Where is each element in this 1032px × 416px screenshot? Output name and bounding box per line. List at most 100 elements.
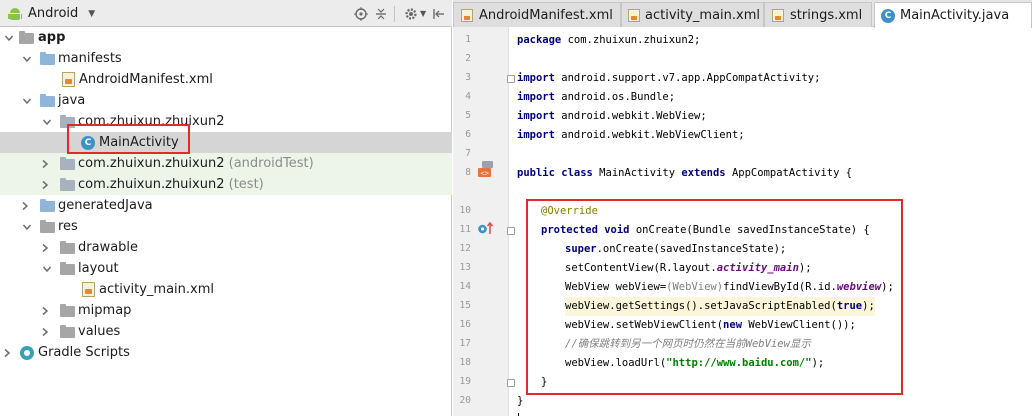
line-number: 6 bbox=[465, 129, 471, 140]
tree-item-label: Gradle Scripts bbox=[38, 345, 130, 360]
tree-item-label: res bbox=[58, 219, 78, 234]
tree-item-values[interactable]: values bbox=[0, 321, 452, 342]
tree-item-res[interactable]: res bbox=[0, 216, 452, 237]
tree-item-label: values bbox=[78, 324, 121, 339]
expanded-arrow-icon[interactable] bbox=[4, 33, 14, 43]
collapsed-arrow-icon[interactable] bbox=[40, 180, 50, 190]
gradle-icon bbox=[19, 345, 35, 361]
view-selector-label: Android bbox=[28, 6, 79, 21]
code-line: public class MainActivity extends AppCom… bbox=[517, 167, 853, 179]
tab-label: strings.xml bbox=[790, 7, 863, 23]
collapsed-arrow-icon[interactable] bbox=[40, 327, 50, 337]
folder-icon bbox=[39, 93, 55, 109]
tree-item-app[interactable]: app bbox=[0, 27, 452, 48]
code-line: } bbox=[517, 395, 524, 407]
folder-icon bbox=[39, 51, 55, 67]
java-class-icon: C bbox=[881, 8, 895, 23]
scroll-from-source-button[interactable] bbox=[352, 0, 370, 27]
tree-item-label: java bbox=[58, 93, 86, 108]
tab-label: MainActivity.java bbox=[900, 8, 1010, 23]
tab-label: activity_main.xml bbox=[645, 7, 761, 23]
line-number-gutter: 1 2 3 4 5 6 7 8 10 11 12 13 14 15 16 17 … bbox=[453, 27, 509, 416]
generated-folder-icon bbox=[39, 198, 55, 214]
line-number: 1 bbox=[465, 34, 471, 45]
editor-tab-bar: AndroidManifest.xml activity_main.xml st… bbox=[453, 0, 1032, 28]
code-line: import android.webkit.WebView; bbox=[517, 110, 707, 122]
tree-item-label: AndroidManifest.xml bbox=[79, 72, 213, 87]
tree-item-androidmanifest[interactable]: AndroidManifest.xml bbox=[0, 69, 452, 90]
line-number: 15 bbox=[459, 300, 471, 311]
class-run-gutter-icon[interactable]: <> bbox=[477, 160, 495, 182]
layout-file-icon bbox=[628, 8, 640, 22]
expanded-arrow-icon[interactable] bbox=[22, 96, 32, 106]
layout-file-icon bbox=[80, 282, 96, 298]
fold-toggle-icon[interactable] bbox=[507, 379, 515, 387]
collapsed-arrow-icon[interactable] bbox=[20, 201, 30, 211]
expanded-arrow-icon[interactable] bbox=[42, 264, 52, 274]
line-number: 20 bbox=[459, 395, 471, 406]
xml-file-icon bbox=[771, 8, 785, 22]
line-number: 18 bbox=[459, 357, 471, 368]
code-line: import android.webkit.WebViewClient; bbox=[517, 129, 745, 141]
settings-button[interactable]: ▼ bbox=[402, 0, 426, 27]
hide-icon bbox=[430, 5, 448, 23]
project-toolbar: Android ▼ ▼ bbox=[0, 0, 452, 27]
tree-item-label: generatedJava bbox=[58, 198, 153, 213]
collapsed-arrow-icon[interactable] bbox=[2, 348, 12, 358]
folder-icon bbox=[59, 240, 75, 256]
tree-item-label: drawable bbox=[78, 240, 139, 255]
tree-item-layout[interactable]: layout bbox=[0, 258, 452, 279]
line-number: 2 bbox=[465, 53, 471, 64]
fold-toggle-icon[interactable] bbox=[507, 227, 515, 235]
view-selector[interactable]: Android ▼ bbox=[8, 0, 95, 27]
tree-item-drawable[interactable]: drawable bbox=[0, 237, 452, 258]
module-folder-icon bbox=[18, 30, 34, 46]
tree-item-activity-main-xml[interactable]: activity_main.xml bbox=[0, 279, 452, 300]
override-gutter-icon[interactable] bbox=[477, 221, 495, 241]
tree-item-mipmap[interactable]: mipmap bbox=[0, 300, 452, 321]
package-icon bbox=[59, 177, 75, 193]
tab-androidmanifest[interactable]: AndroidManifest.xml bbox=[453, 2, 621, 27]
tab-mainactivity-java[interactable]: C MainActivity.java bbox=[874, 2, 1032, 28]
line-number: 7 bbox=[465, 148, 471, 159]
fold-toggle-icon[interactable] bbox=[507, 75, 515, 83]
android-icon bbox=[8, 7, 22, 21]
tree-item-generatedjava[interactable]: generatedJava bbox=[0, 195, 452, 216]
collapsed-arrow-icon[interactable] bbox=[40, 159, 50, 169]
toolbar-divider bbox=[394, 5, 395, 22]
xml-file-icon bbox=[460, 8, 474, 22]
highlight-box-mainactivity bbox=[67, 124, 190, 154]
tree-item-label: manifests bbox=[58, 51, 122, 66]
code-editor: AndroidManifest.xml activity_main.xml st… bbox=[453, 0, 1032, 416]
tab-activity-main[interactable]: activity_main.xml bbox=[621, 2, 764, 27]
collapsed-arrow-icon[interactable] bbox=[40, 306, 50, 316]
collapsed-arrow-icon[interactable] bbox=[40, 243, 50, 253]
code-line: package com.zhuixun.zhuixun2; bbox=[517, 34, 701, 46]
expanded-arrow-icon[interactable] bbox=[22, 54, 32, 64]
code-line: import android.os.Bundle; bbox=[517, 91, 676, 103]
tree-item-gradle-scripts[interactable]: Gradle Scripts bbox=[0, 342, 452, 363]
highlight-box-oncreate bbox=[526, 199, 903, 395]
project-panel: Android ▼ ▼ app manifests AndroidManifes… bbox=[0, 0, 452, 416]
code-line: import android.support.v7.app.AppCompatA… bbox=[517, 72, 821, 84]
line-number: 8 bbox=[465, 167, 471, 178]
folder-icon bbox=[59, 324, 75, 340]
collapse-icon bbox=[372, 5, 390, 23]
line-number: 19 bbox=[459, 376, 471, 387]
tree-item-java[interactable]: java bbox=[0, 90, 452, 111]
expanded-arrow-icon[interactable] bbox=[42, 117, 52, 127]
hide-panel-button[interactable] bbox=[430, 0, 448, 27]
tree-item-package-androidtest[interactable]: com.zhuixun.zhuixun2 (androidTest) bbox=[0, 153, 452, 174]
tree-item-suffix: (test) bbox=[228, 177, 264, 192]
collapse-all-button[interactable] bbox=[372, 0, 390, 27]
settings-dropdown-icon: ▼ bbox=[420, 9, 427, 18]
package-icon bbox=[59, 156, 75, 172]
tree-item-label: layout bbox=[78, 261, 119, 276]
expanded-arrow-icon[interactable] bbox=[22, 222, 32, 232]
tree-item-manifests[interactable]: manifests bbox=[0, 48, 452, 69]
resource-folder-icon bbox=[39, 219, 55, 235]
tree-item-package-test[interactable]: com.zhuixun.zhuixun2 (test) bbox=[0, 174, 452, 195]
chevron-down-icon: ▼ bbox=[88, 8, 96, 19]
xml-file-icon bbox=[60, 72, 76, 88]
tab-strings[interactable]: strings.xml bbox=[764, 2, 872, 27]
